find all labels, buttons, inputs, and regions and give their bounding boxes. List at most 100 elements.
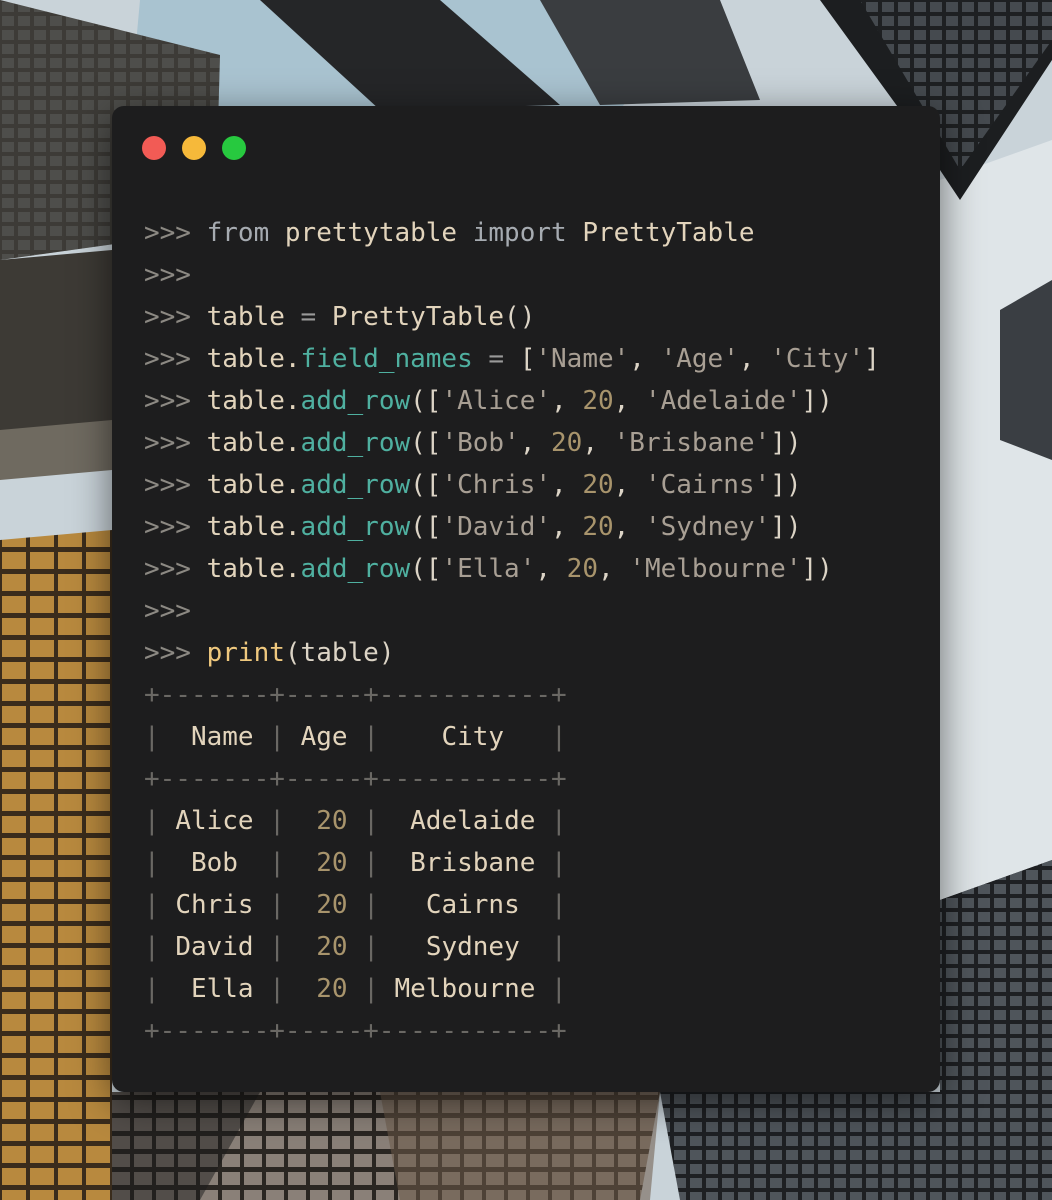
table-cell: Brisbane [410, 848, 536, 878]
table-pipe: | [363, 806, 379, 836]
prompt-marker: >>> [144, 428, 191, 458]
code-token: 'Adelaide' [644, 386, 802, 416]
code-token: 'City' [770, 344, 865, 374]
code-token: , [629, 344, 661, 374]
code-token: table. [206, 344, 301, 374]
table-border: +-------+-----+-----------+ [144, 758, 880, 800]
table-row: | David | 20 | Sydney | [144, 926, 880, 968]
table-cell: Alice [175, 806, 254, 836]
code-token: add_row [300, 470, 411, 500]
code-token: table. [206, 428, 301, 458]
code-token: ([ [410, 428, 442, 458]
table-header-row: | Name | Age | City | [144, 716, 880, 758]
table-header-cell: Name [190, 722, 254, 752]
code-token: 'Name' [535, 344, 630, 374]
table-border-text: +-------+-----+-----------+ [144, 680, 567, 710]
code-token: table. [206, 386, 301, 416]
code-token: 'Bob' [441, 428, 520, 458]
code-token: ([ [410, 470, 442, 500]
code-line: >>> table.add_row(['Chris', 20, 'Cairns'… [144, 464, 880, 506]
table-cell: 20 [316, 932, 348, 962]
table-cell: Bob [190, 848, 238, 878]
code-token: 'David' [441, 512, 552, 542]
code-token: 'Ella' [441, 554, 536, 584]
table-pipe: | [551, 890, 567, 920]
code-token: = [300, 302, 317, 332]
prompt-marker: >>> [144, 386, 191, 416]
code-token: table. [206, 554, 301, 584]
code-token: 20 [566, 554, 598, 584]
prompt-marker: >>> [144, 260, 191, 290]
code-token: 'Alice' [441, 386, 552, 416]
table-pipe: | [363, 848, 379, 878]
table-pipe: | [551, 722, 567, 752]
table-pipe: | [269, 890, 285, 920]
code-token: import [472, 218, 567, 248]
table-pipe: | [144, 848, 160, 878]
table-row: | Bob | 20 | Brisbane | [144, 842, 880, 884]
code-token: add_row [300, 554, 411, 584]
code-token: , [535, 554, 567, 584]
code-token: 'Sydney' [644, 512, 771, 542]
code-token: from [206, 218, 270, 248]
table-header-cell: Age [300, 722, 348, 752]
code-token: , [582, 428, 614, 458]
code-line: >>> table = PrettyTable() [144, 296, 880, 338]
table-pipe: | [363, 890, 379, 920]
code-token: 20 [551, 428, 583, 458]
code-token: , [551, 512, 583, 542]
code-token: , [519, 428, 552, 458]
table-pipe: | [551, 974, 567, 1004]
code-token: PrettyTable [316, 302, 505, 332]
code-token: (table) [284, 638, 395, 668]
table-pipe: | [363, 932, 379, 962]
table-border: +-------+-----+-----------+ [144, 1010, 880, 1052]
code-token: , [597, 554, 630, 584]
prompt-marker: >>> [144, 218, 191, 248]
code-line: >>> table.add_row(['Ella', 20, 'Melbourn… [144, 548, 880, 590]
table-cell: Cairns [425, 890, 520, 920]
window-controls [142, 136, 246, 160]
code-token: () [504, 302, 536, 332]
code-token: prettytable [269, 218, 473, 248]
prompt-marker: >>> [144, 302, 191, 332]
close-button[interactable] [142, 136, 166, 160]
code-token: , [613, 386, 645, 416]
prompt-marker: >>> [144, 596, 191, 626]
code-token: 'Melbourne' [629, 554, 802, 584]
code-token: ]) [770, 428, 802, 458]
prompt-marker: >>> [144, 470, 191, 500]
table-cell: 20 [316, 974, 348, 1004]
table-header-cell: City [441, 722, 505, 752]
code-token: table. [206, 512, 301, 542]
code-token: add_row [300, 428, 411, 458]
table-pipe: | [269, 932, 285, 962]
code-line: >>> table.add_row(['Bob', 20, 'Brisbane'… [144, 422, 880, 464]
table-row: | Alice | 20 | Adelaide | [144, 800, 880, 842]
code-token: ([ [410, 512, 442, 542]
code-token: PrettyTable [566, 218, 755, 248]
minimize-button[interactable] [182, 136, 206, 160]
terminal-window: >>> from prettytable import PrettyTable >… [112, 106, 940, 1092]
table-cell: 20 [316, 848, 348, 878]
code-token: field_names [300, 344, 473, 374]
code-token: table [206, 302, 301, 332]
table-pipe: | [144, 722, 160, 752]
table-border-text: +-------+-----+-----------+ [144, 764, 567, 794]
table-pipe: | [551, 932, 567, 962]
code-token: , [551, 470, 583, 500]
code-token: , [551, 386, 583, 416]
table-pipe: | [363, 722, 379, 752]
table-pipe: | [269, 974, 285, 1004]
table-pipe: | [144, 806, 160, 836]
code-token: ]) [770, 512, 802, 542]
table-cell: Adelaide [410, 806, 536, 836]
table-cell: Ella [190, 974, 254, 1004]
table-cell: Sydney [425, 932, 520, 962]
maximize-button[interactable] [222, 136, 246, 160]
code-token: [ [519, 344, 536, 374]
code-token: 'Chris' [441, 470, 552, 500]
table-pipe: | [269, 848, 285, 878]
table-pipe: | [144, 974, 160, 1004]
table-row: | Chris | 20 | Cairns | [144, 884, 880, 926]
